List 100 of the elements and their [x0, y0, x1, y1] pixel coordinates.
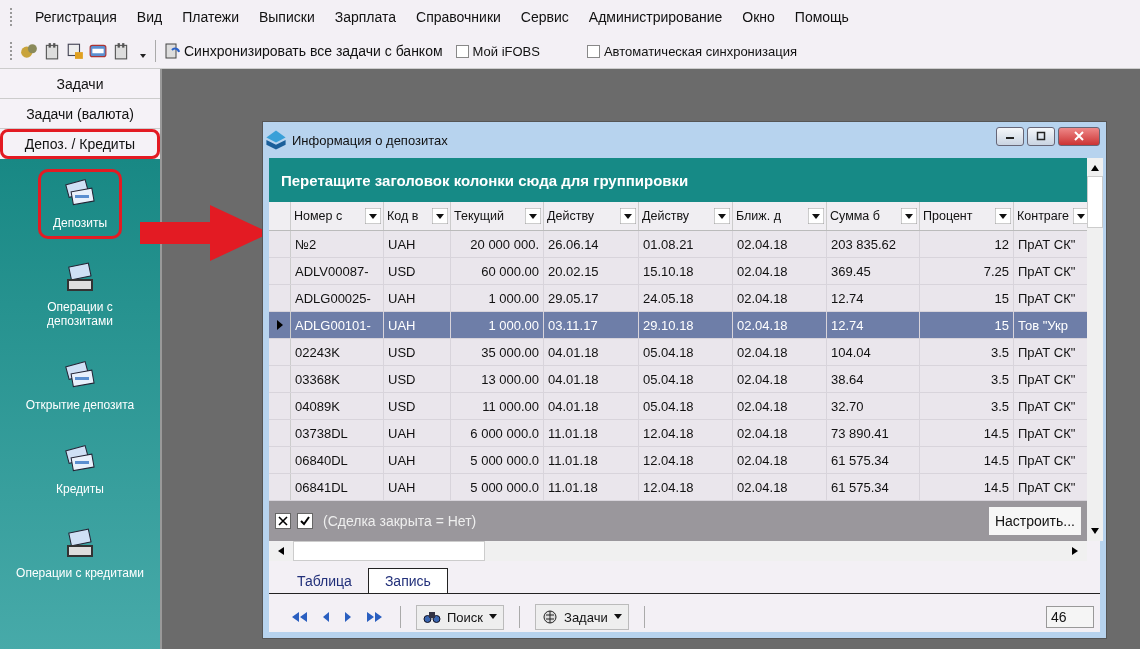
horizontal-scrollbar[interactable]: [269, 541, 1087, 561]
table-cell: ADLV00087-: [295, 263, 369, 279]
table-cell: 06840DL: [295, 452, 348, 468]
table-cell: 02.04.18: [737, 290, 788, 306]
menu-item[interactable]: Регистрация: [35, 7, 117, 27]
filter-dropdown-icon[interactable]: [620, 208, 636, 224]
filter-dropdown-icon[interactable]: [525, 208, 541, 224]
clear-filter-button[interactable]: [275, 513, 291, 529]
column-header[interactable]: Текущий: [454, 209, 504, 223]
table-row[interactable]: 02243K USD 35 000.00 04.01.18 05.04.18 02.04.18 104.04 3.5 ПрАТ СК": [269, 339, 1087, 366]
table-row[interactable]: ADLV00087- USD 60 000.00 20.02.15 15.10.18 02.04.18 369.45 7.25 ПрАТ СК": [269, 258, 1087, 285]
minimize-button[interactable]: [996, 126, 1024, 146]
table-cell: ПрАТ СК": [1018, 290, 1076, 306]
table-cell: 12.74: [831, 290, 864, 306]
filter-dropdown-icon[interactable]: [365, 208, 381, 224]
column-header[interactable]: Сумма б: [830, 209, 880, 223]
sidebar-group[interactable]: Депоз. / Кредиты: [0, 129, 160, 159]
next-record-icon[interactable]: [343, 611, 353, 623]
table-cell: 14.5: [983, 479, 1009, 495]
menu-item[interactable]: Выписки: [258, 7, 315, 27]
table-cell: 3.5: [990, 371, 1009, 387]
table-cell: 02.04.18: [737, 479, 788, 495]
table-cell: 11 000.00: [482, 398, 539, 414]
table-row[interactable]: 03738DL UAH 6 000 000.0 11.01.18 12.04.18 02.04.18 73 890.41 14.5 ПрАТ СК": [269, 420, 1087, 447]
tab[interactable]: Таблица: [281, 569, 368, 593]
sync-button[interactable]: Синхронизировать все задачи с банком: [164, 43, 443, 59]
column-header[interactable]: Процент: [923, 209, 973, 223]
tab[interactable]: Запись: [367, 568, 448, 593]
binoculars-icon: [423, 610, 441, 624]
vertical-scrollbar[interactable]: [1087, 158, 1103, 541]
tasks-button[interactable]: Задачи: [535, 604, 629, 630]
close-button[interactable]: [1058, 126, 1100, 146]
menu-item[interactable]: Вид: [136, 7, 163, 27]
customize-button[interactable]: Настроить...: [988, 507, 1081, 535]
table-cell: ПрАТ СК": [1018, 236, 1076, 252]
column-header[interactable]: Код в: [387, 209, 419, 223]
coins-icon[interactable]: [20, 42, 38, 60]
scroll-right-icon[interactable]: [1071, 546, 1079, 556]
column-header[interactable]: Номер с: [294, 209, 343, 223]
table-cell: 02.04.18: [737, 452, 788, 468]
menu-item[interactable]: Помощь: [794, 7, 849, 27]
table-cell: 02.04.18: [737, 398, 788, 414]
scrollbar-thumb[interactable]: [293, 541, 485, 561]
menu-item[interactable]: Администрирование: [588, 7, 723, 27]
table-cell: ПрАТ СК": [1018, 452, 1076, 468]
card-icon[interactable]: [89, 42, 107, 60]
table-cell: 32.70: [831, 398, 864, 414]
column-header[interactable]: Действу: [547, 209, 594, 223]
maximize-button[interactable]: [1027, 126, 1055, 146]
menu-item[interactable]: Зарплата: [334, 7, 396, 27]
menu-item[interactable]: Платежи: [182, 7, 239, 27]
filter-dropdown-icon[interactable]: [901, 208, 917, 224]
column-header[interactable]: Действу: [642, 209, 689, 223]
table-row[interactable]: 03368K USD 13 000.00 04.01.18 05.04.18 02.04.18 38.64 3.5 ПрАТ СК": [269, 366, 1087, 393]
table-cell: USD: [388, 344, 416, 360]
scroll-left-icon[interactable]: [277, 546, 285, 556]
table-row[interactable]: 04089K USD 11 000.00 04.01.18 05.04.18 02.04.18 32.70 3.5 ПрАТ СК": [269, 393, 1087, 420]
table-row[interactable]: ADLG00101- UAH 1 000.00 03.11.17 29.10.18 02.04.18 12.74 15 Тов "Укр: [269, 312, 1087, 339]
menu-item[interactable]: Справочники: [416, 7, 501, 27]
checkbox[interactable]: [455, 44, 469, 58]
table-cell: 04.01.18: [548, 344, 599, 360]
table-cell: ПрАТ СК": [1018, 479, 1076, 495]
column-header[interactable]: Контраге: [1017, 209, 1069, 223]
table-cell: 29.10.18: [643, 317, 694, 333]
filter-dropdown-icon[interactable]: [995, 208, 1011, 224]
table-row[interactable]: №2 UAH 20 000 000. 26.06.14 01.08.21 02.04.18 203 835.62 12 ПрАТ СК": [269, 231, 1087, 258]
filter-dropdown-icon[interactable]: [714, 208, 730, 224]
table-cell: 12.04.18: [643, 479, 694, 495]
menu-item[interactable]: Сервис: [520, 7, 569, 27]
column-header[interactable]: Ближ. д: [736, 209, 781, 223]
table-cell: 11.01.18: [548, 425, 598, 441]
table-row[interactable]: 06841DL UAH 5 000 000.0 11.01.18 12.04.18 02.04.18 61 575.34 14.5 ПрАТ СК": [269, 474, 1087, 501]
table-row[interactable]: ADLG00025- UAH 1 000.00 29.05.17 24.05.18 02.04.18 12.74 15 ПрАТ СК": [269, 285, 1087, 312]
table-cell: 14.5: [983, 425, 1009, 441]
clipboard-icon[interactable]: [112, 42, 130, 60]
caret-icon[interactable]: [139, 53, 147, 59]
table-cell: USD: [388, 398, 416, 414]
table-cell: UAH: [388, 425, 416, 441]
table-cell: 15.10.18: [643, 263, 694, 279]
scroll-up-icon[interactable]: [1090, 164, 1100, 172]
checkbox[interactable]: [586, 44, 600, 58]
search-button[interactable]: Поиск: [416, 604, 505, 630]
table-cell: 35 000.00: [481, 344, 539, 360]
document-icon[interactable]: [66, 42, 84, 60]
table-cell: UAH: [388, 290, 416, 306]
sidebar-item[interactable]: Депозиты: [37, 169, 123, 239]
table-cell: 15: [994, 290, 1009, 306]
close-icon: [1074, 131, 1084, 141]
table-cell: USD: [388, 263, 416, 279]
window-title: Информация о депозитах: [292, 132, 449, 148]
scroll-down-icon[interactable]: [1090, 527, 1100, 535]
table-row[interactable]: 06840DL UAH 5 000 000.0 11.01.18 12.04.18 02.04.18 61 575.34 14.5 ПрАТ СК": [269, 447, 1087, 474]
menu-item[interactable]: Окно: [742, 7, 775, 27]
filter-dropdown-icon[interactable]: [432, 208, 448, 224]
card-terminal-icon: [64, 262, 96, 294]
clipboard-icon[interactable]: [43, 42, 61, 60]
filter-checkbox[interactable]: [297, 513, 313, 529]
sidebar-item[interactable]: Операции с депозитами: [0, 253, 160, 337]
previous-record-icon[interactable]: [321, 611, 331, 623]
filter-dropdown-icon[interactable]: [808, 208, 824, 224]
